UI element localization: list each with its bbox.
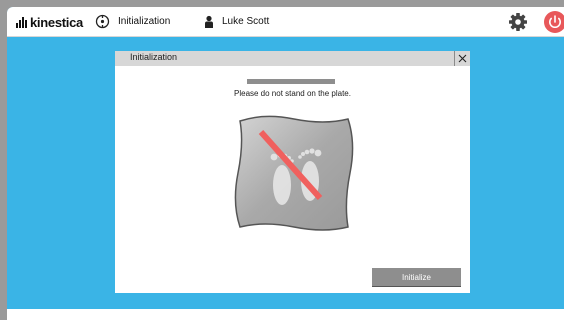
kinestica-logo: kinestica bbox=[16, 14, 83, 30]
initialization-label: Initialization bbox=[118, 16, 171, 27]
dialog-title-bar: Initialization bbox=[115, 51, 470, 66]
top-bar: kinestica Initialization Luke Scott bbox=[7, 7, 564, 37]
initialize-button[interactable]: Initialize bbox=[372, 268, 461, 287]
dialog-title: Initialization bbox=[130, 52, 178, 62]
power-icon bbox=[549, 15, 561, 28]
gear-icon[interactable] bbox=[508, 12, 528, 32]
force-plate-no-standing-icon bbox=[234, 115, 354, 231]
initialization-icon bbox=[95, 14, 110, 29]
user-name: Luke Scott bbox=[222, 16, 270, 27]
instruction-message: Please do not stand on the plate. bbox=[234, 89, 351, 98]
user-icon bbox=[205, 15, 213, 28]
power-button[interactable] bbox=[544, 11, 564, 33]
progress-fill bbox=[247, 79, 335, 84]
user-nav[interactable]: Luke Scott bbox=[204, 7, 269, 36]
progress-bar bbox=[247, 79, 335, 84]
bottom-bar bbox=[7, 309, 564, 320]
app-window: kinestica Initialization Luke Scott Init… bbox=[7, 7, 564, 320]
dialog-close-button[interactable] bbox=[454, 51, 470, 66]
logo-bars-icon bbox=[16, 16, 27, 28]
close-icon bbox=[458, 54, 467, 63]
initialization-dialog: Initialization Please do not stand on th… bbox=[115, 51, 470, 293]
logo-text: kinestica bbox=[30, 14, 83, 30]
initialization-nav[interactable]: Initialization bbox=[95, 7, 170, 36]
